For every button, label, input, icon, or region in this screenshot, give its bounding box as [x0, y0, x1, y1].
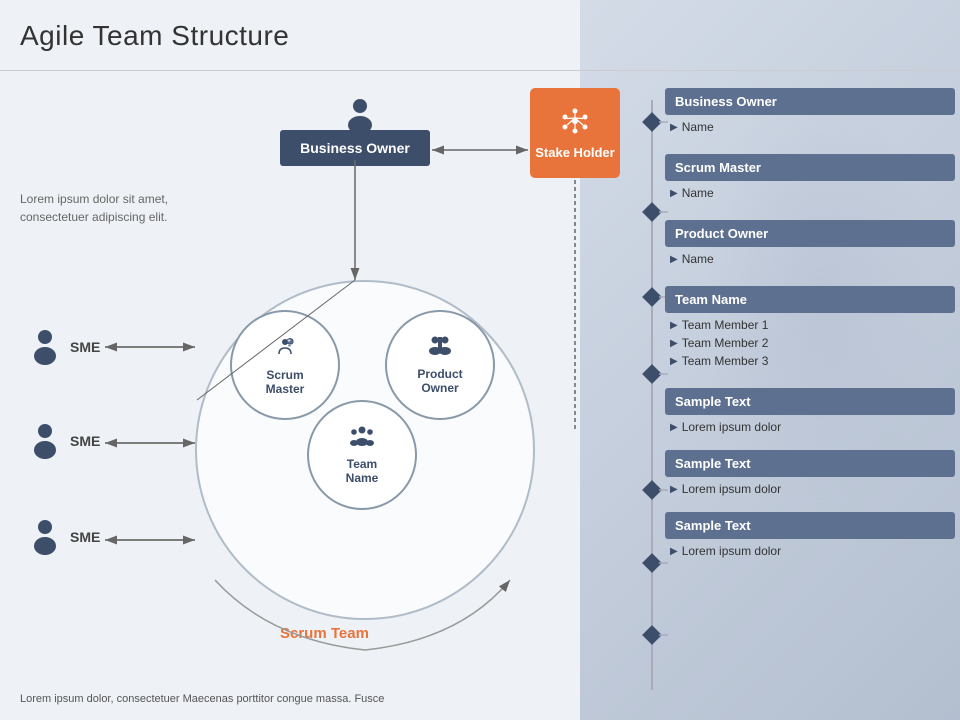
product-owner-label: ProductOwner [417, 367, 462, 395]
right-sub-team-member-1: ▶ Team Member 1 [665, 316, 955, 334]
stakeholder-icon [561, 107, 589, 141]
sme-item-2: SME [30, 422, 105, 460]
chevron-icon: ▶ [670, 188, 678, 199]
right-header-scrum-master: Scrum Master [665, 154, 955, 181]
right-item-team-name: Team Name ▶ Team Member 1 ▶ Team Member … [665, 286, 955, 370]
chevron-icon: ▶ [670, 338, 678, 349]
team-name-icon [349, 425, 375, 453]
right-sub-scrum-master-name: ▶ Name [665, 184, 955, 202]
chevron-icon: ▶ [670, 122, 678, 133]
product-owner-icon [427, 335, 453, 363]
stakeholder-label: Stake Holder [535, 145, 614, 160]
page-title: Agile Team Structure [20, 20, 289, 52]
business-owner-person-icon [340, 95, 380, 135]
right-header-sample-2: Sample Text [665, 450, 955, 477]
chevron-icon: ▶ [670, 484, 678, 495]
scrum-master-circle: ScrumMaster [230, 310, 340, 420]
sme-item-1: SME [30, 328, 105, 366]
chevron-icon: ▶ [670, 546, 678, 557]
chevron-icon: ▶ [670, 422, 678, 433]
right-sub-sample-1: ▶ Lorem ipsum dolor [665, 418, 955, 436]
chevron-icon: ▶ [670, 356, 678, 367]
right-item-scrum-master: Scrum Master ▶ Name [665, 154, 955, 202]
sme-label-3: SME [70, 529, 100, 545]
right-header-business-owner: Business Owner [665, 88, 955, 115]
bottom-description: Lorem ipsum dolor, consectetuer Maecenas… [20, 693, 600, 705]
right-sub-sample-3: ▶ Lorem ipsum dolor [665, 542, 955, 560]
right-header-sample-3: Sample Text [665, 512, 955, 539]
sme-person-icon-3 [30, 518, 60, 556]
scrum-master-label: ScrumMaster [266, 368, 305, 396]
left-description: Lorem ipsum dolor sit amet, consectetuer… [20, 190, 200, 226]
right-item-sample-2: Sample Text ▶ Lorem ipsum dolor [665, 450, 955, 498]
sme-person-icon-1 [30, 328, 60, 366]
right-item-sample-1: Sample Text ▶ Lorem ipsum dolor [665, 388, 955, 436]
stakeholder-box: Stake Holder [530, 88, 620, 178]
scrum-master-icon [273, 334, 297, 364]
right-sub-team-member-2: ▶ Team Member 2 [665, 334, 955, 352]
product-owner-circle: ProductOwner [385, 310, 495, 420]
right-header-sample-1: Sample Text [665, 388, 955, 415]
chevron-icon: ▶ [670, 254, 678, 265]
team-name-circle: TeamName [307, 400, 417, 510]
right-sub-team-member-3: ▶ Team Member 3 [665, 352, 955, 370]
right-header-team-name: Team Name [665, 286, 955, 313]
sme-label-2: SME [70, 433, 100, 449]
team-name-label: TeamName [346, 457, 379, 485]
right-sub-product-owner-name: ▶ Name [665, 250, 955, 268]
right-item-product-owner: Product Owner ▶ Name [665, 220, 955, 268]
right-panel: Business Owner ▶ Name Scrum Master ▶ Nam… [665, 88, 955, 574]
business-owner-box: Business Owner [280, 130, 430, 166]
scrum-team-label: Scrum Team [280, 625, 369, 642]
sme-item-3: SME [30, 518, 105, 556]
right-item-business-owner: Business Owner ▶ Name [665, 88, 955, 136]
right-sub-business-owner-name: ▶ Name [665, 118, 955, 136]
title-divider [0, 70, 960, 71]
sme-label-1: SME [70, 339, 100, 355]
right-header-product-owner: Product Owner [665, 220, 955, 247]
chevron-icon: ▶ [670, 320, 678, 331]
right-item-sample-3: Sample Text ▶ Lorem ipsum dolor [665, 512, 955, 560]
sme-person-icon-2 [30, 422, 60, 460]
right-sub-sample-2: ▶ Lorem ipsum dolor [665, 480, 955, 498]
